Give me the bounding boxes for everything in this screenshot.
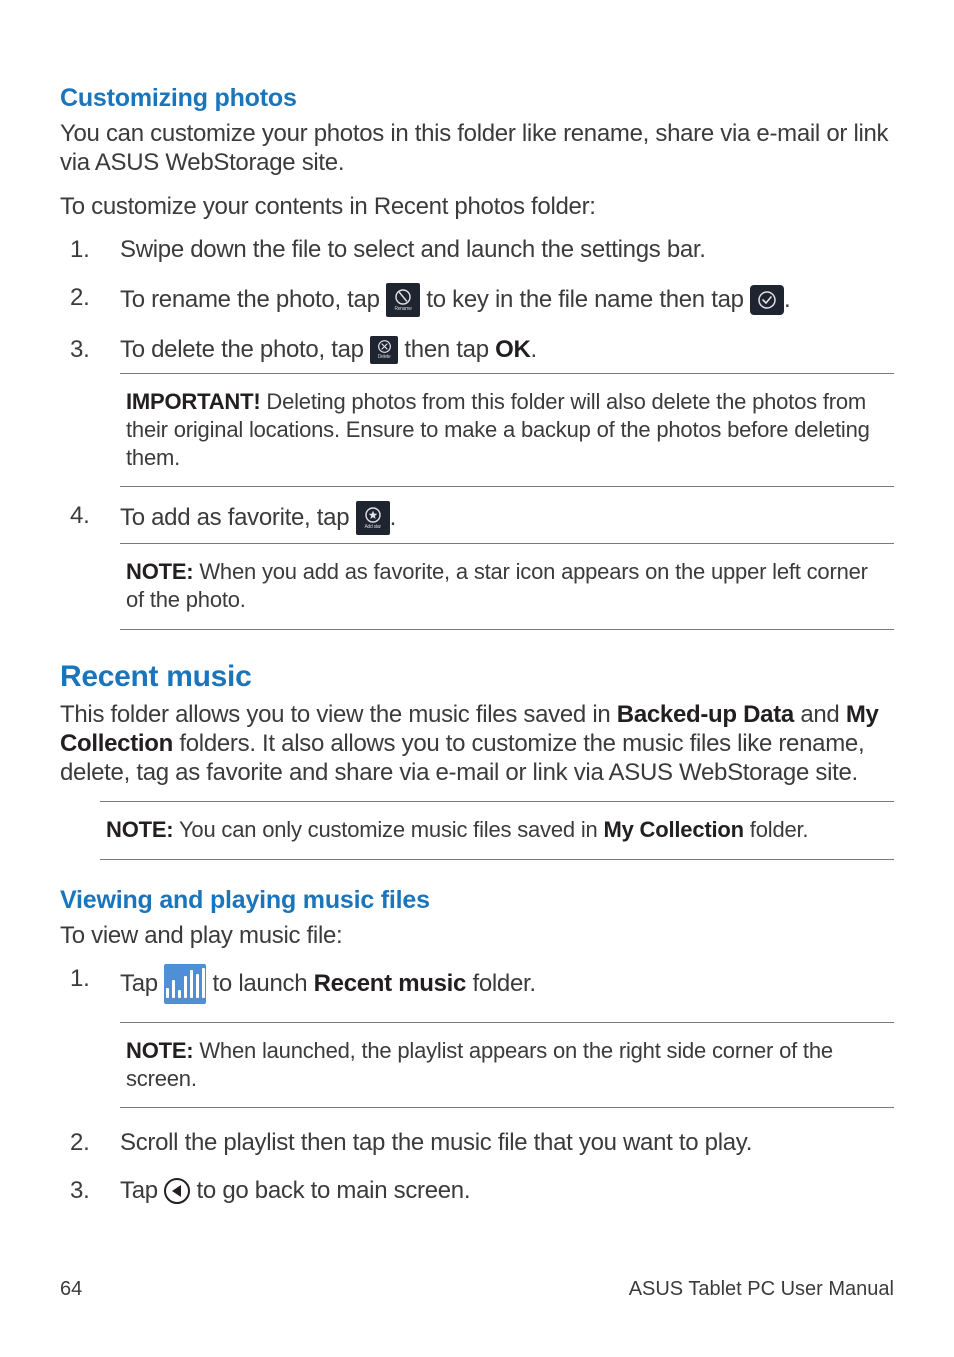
note-viewing-box: NOTE: When launched, the playlist appear… [120,1022,894,1108]
rm-bold-1: Backed-up Data [617,701,794,728]
steps-customizing: Swipe down the file to select and launch… [60,235,894,630]
note-recent-music: NOTE: You can only customize music files… [100,801,894,859]
step-3-text-c: . [531,335,537,365]
heading-recent-music: Recent music [60,660,894,694]
manual-page: Customizing photos You can customize you… [0,0,954,1357]
lead-viewing: To view and play music file: [60,921,894,950]
page-number: 64 [60,1278,82,1301]
step-4: To add as favorite, tap Add star . NOTE:… [60,501,894,629]
vs2-text: Scroll the playlist then tap the music f… [120,1129,752,1156]
important-label: IMPORTANT! [126,389,260,414]
step-2-text-c: . [784,285,790,315]
heading-viewing-playing: Viewing and playing music files [60,886,894,915]
music-folder-icon [164,964,206,1004]
note-favorite-label: NOTE: [126,559,193,584]
rm-intro-d: folders. It also allows you to customize… [60,730,864,786]
step-1-text: Swipe down the file to select and launch… [120,236,706,263]
vs1-bold: Recent music [314,969,466,999]
back-icon [164,1178,190,1204]
rm-intro-a: This folder allows you to view the music… [60,701,617,728]
step-1: Swipe down the file to select and launch… [60,235,894,265]
intro-recent-music: This folder allows you to view the music… [60,700,894,788]
note-rm-text-b: folder. [744,817,808,842]
delete-icon: Delete [370,336,398,364]
step-3: To delete the photo, tap Delete then tap… [60,335,894,487]
footer-title: ASUS Tablet PC User Manual [629,1278,894,1301]
step-2: To rename the photo, tap Rename to key i… [60,283,894,317]
confirm-icon [750,285,784,315]
note-rm-label: NOTE: [106,817,173,842]
rename-icon: Rename [386,283,420,317]
page-footer: 64 ASUS Tablet PC User Manual [60,1278,894,1301]
note-viewing-label: NOTE: [126,1038,193,1063]
step-2-text-b: to key in the file name then tap [420,285,750,315]
note-rm-text-a: You can only customize music files saved… [173,817,603,842]
vs1-c: folder. [466,969,536,999]
step-3-text-a: To delete the photo, tap [120,335,370,365]
view-step-3: Tap to go back to main screen. [60,1176,894,1206]
add-star-icon-label: Add star [365,525,381,530]
important-box: IMPORTANT! Deleting photos from this fol… [120,373,894,487]
rename-icon-label: Rename [394,307,411,312]
delete-icon-label: Delete [378,355,391,360]
vs1-a: Tap [120,969,164,999]
vs3-b: to go back to main screen. [190,1176,470,1206]
rm-intro-c: and [794,701,846,728]
step-4-text-b: . [390,503,396,533]
vs1-b: to launch [206,969,313,999]
note-favorite-box: NOTE: When you add as favorite, a star i… [120,543,894,629]
view-step-2: Scroll the playlist then tap the music f… [60,1128,894,1158]
view-step-1: Tap to launch Recent music folder. NOTE:… [60,964,894,1108]
step-3-text-b: then tap [398,335,495,365]
steps-viewing: Tap to launch Recent music folder. NOTE:… [60,964,894,1206]
step-3-ok: OK [495,335,530,365]
step-2-text-a: To rename the photo, tap [120,285,386,315]
step-4-text-a: To add as favorite, tap [120,503,356,533]
note-favorite-text: When you add as favorite, a star icon ap… [126,559,868,612]
heading-customizing-photos: Customizing photos [60,84,894,113]
add-star-icon: Add star [356,501,390,535]
note-viewing-text: When launched, the playlist appears on t… [126,1038,833,1091]
lead-customizing: To customize your contents in Recent pho… [60,192,894,221]
intro-customizing: You can customize your photos in this fo… [60,119,894,178]
note-rm-bold: My Collection [603,817,743,842]
vs3-a: Tap [120,1176,164,1206]
